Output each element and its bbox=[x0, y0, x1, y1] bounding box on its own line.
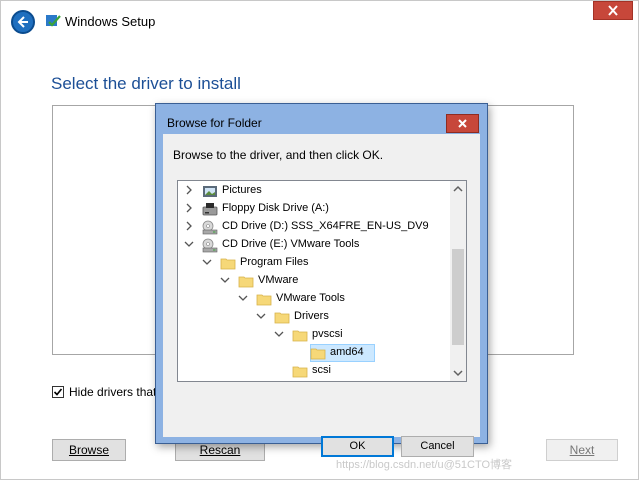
window-title: Windows Setup bbox=[65, 14, 156, 29]
cd-drive-icon bbox=[202, 220, 218, 235]
chevron-down-icon[interactable] bbox=[183, 238, 195, 250]
dialog-title: Browse for Folder bbox=[167, 116, 262, 130]
folder-tree[interactable]: Pictures Floppy Disk Drive (A:) CD Drive (… bbox=[177, 180, 467, 382]
chevron-right-icon[interactable] bbox=[183, 202, 195, 214]
tree-item-label: Floppy Disk Drive (A:) bbox=[222, 202, 329, 214]
tree-item[interactable]: CD Drive (D:) SSS_X64FRE_EN-US_DV9 bbox=[178, 218, 450, 236]
page-heading: Select the driver to install bbox=[51, 74, 241, 93]
tree-item[interactable]: Floppy Disk Drive (A:) bbox=[178, 200, 450, 218]
dialog-instruction: Browse to the driver, and then click OK. bbox=[173, 148, 384, 162]
folder-icon bbox=[238, 276, 254, 288]
tree-item[interactable]: Drivers bbox=[178, 308, 450, 326]
checkmark-icon bbox=[53, 388, 63, 396]
back-button[interactable] bbox=[11, 10, 35, 34]
dialog-body: Browse to the driver, and then click OK.… bbox=[163, 134, 480, 457]
folder-icon bbox=[256, 294, 272, 306]
browse-button-label: Browse bbox=[68, 443, 109, 457]
scroll-thumb[interactable] bbox=[452, 249, 464, 345]
tree-item-label: CD Drive (E:) VMware Tools bbox=[222, 238, 360, 250]
close-icon bbox=[458, 119, 467, 128]
watermark: https://blog.csdn.net/u@51CTO博客 bbox=[336, 459, 513, 471]
cancel-button[interactable]: Cancel bbox=[401, 436, 474, 457]
ok-button[interactable]: OK bbox=[321, 436, 394, 457]
next-button-label: Next bbox=[569, 443, 595, 457]
hide-drivers-label: Hide drivers that bbox=[69, 385, 157, 399]
chevron-right-icon[interactable] bbox=[183, 184, 195, 196]
floppy-drive-icon bbox=[202, 203, 218, 216]
tree-item[interactable]: scsi bbox=[178, 362, 450, 380]
hide-drivers-checkbox[interactable] bbox=[52, 386, 64, 398]
chevron-right-icon[interactable] bbox=[183, 220, 195, 232]
browse-folder-dialog: Browse for Folder Browse to the driver, … bbox=[155, 103, 488, 457]
chevron-down-icon[interactable] bbox=[273, 328, 285, 340]
tree-item[interactable]: CD Drive (E:) VMware Tools bbox=[178, 236, 450, 254]
chevron-down-icon[interactable] bbox=[201, 256, 213, 268]
tree-scrollbar[interactable] bbox=[450, 181, 466, 381]
chevron-down-icon[interactable] bbox=[237, 292, 249, 304]
folder-icon bbox=[310, 348, 326, 360]
pictures-folder-icon bbox=[203, 186, 217, 197]
setup-icon bbox=[46, 15, 61, 27]
tree-item-label: VMware Tools bbox=[276, 292, 345, 304]
dialog-close-button[interactable] bbox=[446, 114, 479, 133]
tree-item-label: Drivers bbox=[294, 310, 329, 322]
scroll-down-icon[interactable] bbox=[453, 368, 463, 378]
rescan-button-label: Rescan bbox=[199, 443, 241, 457]
scroll-up-icon[interactable] bbox=[453, 184, 463, 194]
tree-item[interactable]: pvscsi bbox=[178, 326, 450, 344]
browse-button[interactable]: Browse bbox=[52, 439, 126, 461]
close-icon bbox=[608, 5, 618, 16]
next-button[interactable]: Next bbox=[546, 439, 618, 461]
chevron-down-icon[interactable] bbox=[255, 310, 267, 322]
title-bar: Windows Setup bbox=[1, 1, 638, 41]
folder-icon bbox=[292, 330, 308, 342]
tree-item-label: CD Drive (D:) SSS_X64FRE_EN-US_DV9 bbox=[222, 220, 429, 232]
back-arrow-icon bbox=[17, 16, 28, 28]
tree-item-label: VMware bbox=[258, 274, 299, 286]
tree-item-label: Program Files bbox=[240, 256, 309, 268]
tree-item[interactable]: Program Files bbox=[178, 254, 450, 272]
folder-icon bbox=[274, 312, 290, 324]
window-close-button[interactable] bbox=[593, 1, 633, 20]
tree-item-label: scsi bbox=[312, 364, 331, 376]
tree-item[interactable]: VMware Tools bbox=[178, 290, 450, 308]
chevron-down-icon[interactable] bbox=[219, 274, 231, 286]
tree-item-label: Pictures bbox=[222, 184, 262, 196]
tree-item[interactable]: Pictures bbox=[178, 182, 450, 200]
folder-icon bbox=[292, 366, 308, 378]
tree-item-label: amd64 bbox=[330, 346, 364, 358]
tree-item[interactable]: amd64 bbox=[178, 344, 450, 362]
tree-item[interactable]: VMware bbox=[178, 272, 450, 290]
cd-drive-icon bbox=[202, 238, 218, 253]
folder-icon bbox=[220, 258, 236, 270]
tree-item-label: pvscsi bbox=[312, 328, 343, 340]
